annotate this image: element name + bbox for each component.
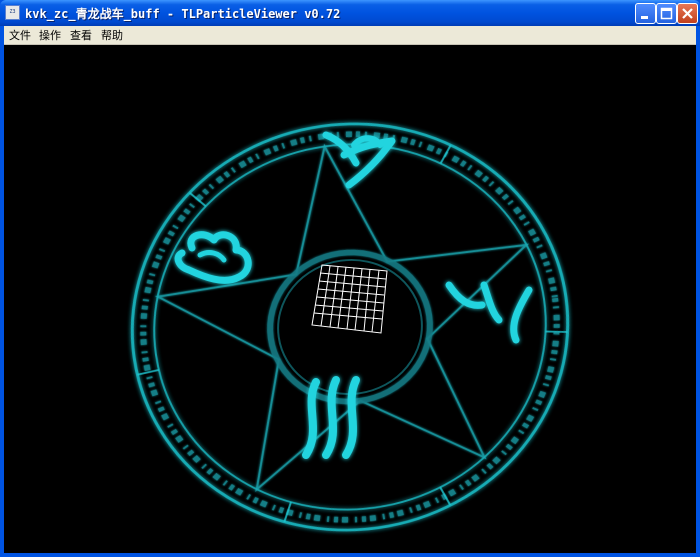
menu-view[interactable]: 查看 — [70, 27, 92, 43]
app-icon[interactable]: Z3 — [5, 5, 20, 20]
window-frame-right — [696, 26, 700, 557]
magic-circle — [130, 122, 570, 532]
menu-file[interactable]: 文件 — [9, 27, 31, 43]
title-bar[interactable]: Z3 kvk_zc_青龙战车_buff - TLParticleViewer v… — [0, 0, 700, 26]
window-title: kvk_zc_青龙战车_buff - TLParticleViewer v0.7… — [25, 7, 341, 21]
maximize-button[interactable] — [656, 3, 677, 24]
menu-help[interactable]: 帮助 — [101, 27, 123, 43]
menu-operate[interactable]: 操作 — [39, 27, 61, 43]
close-button[interactable] — [677, 3, 698, 24]
minimize-button[interactable] — [635, 3, 656, 24]
particle-scene — [130, 122, 570, 532]
close-icon — [682, 8, 693, 19]
minimize-icon — [641, 16, 648, 19]
app-window: Z3 kvk_zc_青龙战车_buff - TLParticleViewer v… — [0, 0, 700, 557]
maximize-icon — [660, 7, 673, 20]
window-frame-left — [0, 26, 4, 557]
glyph-symbols — [174, 131, 533, 459]
particle-viewport[interactable] — [4, 45, 696, 553]
center-grid — [311, 264, 388, 334]
menu-bar: 文件 操作 查看 帮助 — [4, 26, 696, 45]
window-frame-bottom — [0, 553, 700, 557]
